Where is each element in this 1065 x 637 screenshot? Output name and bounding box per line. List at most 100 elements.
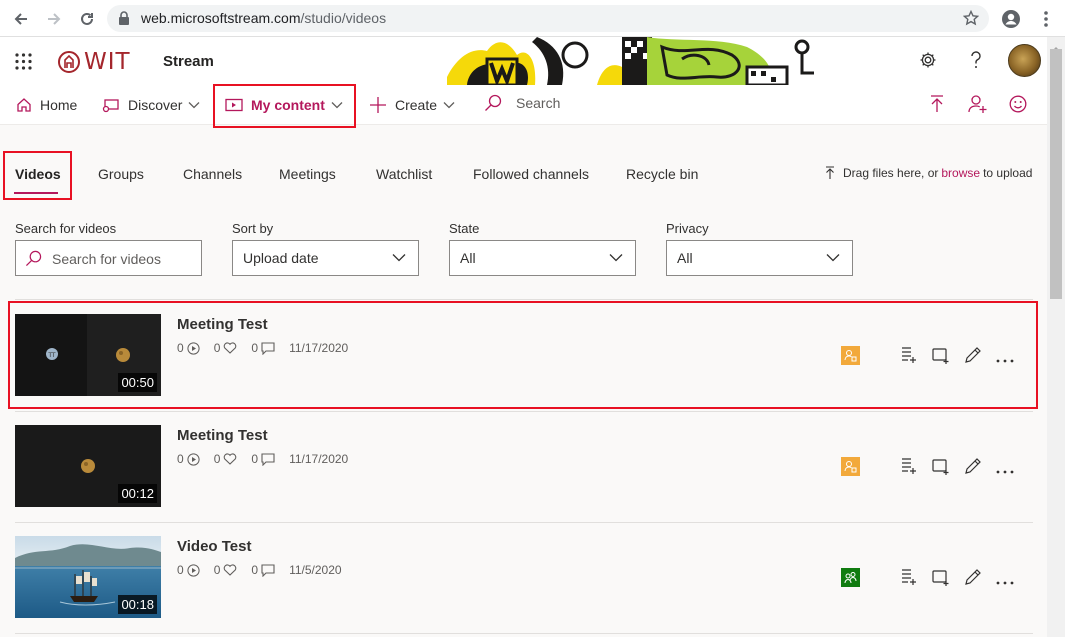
video-title[interactable]: Meeting Test (177, 316, 268, 333)
privacy-label: Privacy (666, 221, 709, 236)
like-count[interactable]: 0 (214, 341, 238, 355)
nav-discover[interactable]: Discover (102, 85, 200, 125)
comment-count: 0 (251, 341, 275, 355)
add-to-playlist-icon[interactable] (900, 346, 918, 364)
tab-recycle-bin[interactable]: Recycle bin (626, 166, 698, 182)
feedback-smiley-icon[interactable] (1009, 95, 1027, 118)
upload-icon[interactable] (929, 95, 945, 118)
tab-watchlist[interactable]: Watchlist (376, 166, 432, 182)
lock-icon (118, 11, 130, 30)
url-path: /studio/videos (300, 10, 387, 26)
video-thumbnail[interactable]: 00:12 (15, 425, 161, 507)
app-name[interactable]: Stream (163, 53, 214, 70)
privacy-dropdown[interactable]: All (666, 240, 853, 276)
plus-icon (370, 97, 386, 113)
heart-icon (224, 564, 237, 576)
search-videos-input[interactable]: Search for videos (15, 240, 202, 276)
add-to-playlist-icon[interactable] (900, 568, 918, 586)
state-dropdown[interactable]: All (449, 240, 636, 276)
chevron-down-icon (826, 254, 840, 262)
sort-by-label: Sort by (232, 221, 274, 236)
tab-followed-channels[interactable]: Followed channels (473, 166, 589, 182)
video-duration: 00:50 (118, 373, 157, 392)
comment-icon (261, 563, 275, 577)
state-value: All (460, 250, 476, 266)
browser-menu-icon[interactable] (1035, 8, 1057, 30)
organization-logo[interactable]: WIT (58, 49, 131, 75)
nav-my-content[interactable]: My content (225, 85, 343, 125)
video-duration: 00:12 (118, 484, 157, 503)
video-thumbnail[interactable]: 00:18 (15, 536, 161, 618)
user-avatar[interactable] (1008, 44, 1041, 77)
chevron-down-icon (443, 102, 455, 109)
chevron-down-icon (189, 102, 200, 109)
view-count-value: 0 (177, 341, 184, 355)
add-to-playlist-icon[interactable] (900, 457, 918, 475)
row-divider (15, 633, 1033, 634)
video-row[interactable]: 00:12 Meeting Test 0 0 0 11/17/2020 (15, 412, 1033, 523)
comment-count-value: 0 (251, 563, 259, 577)
like-count-value: 0 (213, 563, 221, 577)
app-launcher-icon[interactable] (15, 53, 32, 75)
address-bar[interactable]: web.microsoftstream.com/studio/videos (107, 5, 989, 32)
organization-people-icon (844, 572, 857, 584)
scrollbar-thumb[interactable] (1050, 49, 1062, 299)
nav-create-label: Create (395, 97, 438, 113)
video-stats: 0 0 0 11/17/2020 (177, 452, 348, 466)
video-stats: 0 0 0 11/5/2020 (177, 563, 342, 577)
private-person-icon (844, 461, 857, 473)
more-options-icon[interactable] (996, 351, 1014, 369)
private-person-icon (844, 350, 857, 362)
nav-search-placeholder: Search (516, 95, 561, 111)
video-title[interactable]: Meeting Test (177, 427, 268, 444)
comment-count: 0 (251, 563, 275, 577)
tab-videos[interactable]: Videos (15, 166, 61, 182)
reload-icon[interactable] (76, 8, 98, 30)
like-count[interactable]: 0 (214, 563, 238, 577)
sort-by-dropdown[interactable]: Upload date (232, 240, 419, 276)
nav-discover-label: Discover (128, 97, 183, 113)
video-title[interactable]: Video Test (177, 538, 251, 555)
video-row[interactable]: TT 00:50 Meeting Test 0 0 0 11/17/2020 (15, 301, 1033, 412)
search-icon (485, 94, 502, 111)
more-options-icon[interactable] (996, 573, 1014, 591)
tab-active-underline (14, 192, 58, 194)
view-count-value: 0 (177, 563, 184, 577)
sort-by-value: Upload date (243, 250, 319, 266)
back-icon[interactable] (10, 8, 32, 30)
like-count[interactable]: 0 (214, 452, 238, 466)
play-circle-icon (187, 341, 200, 355)
profile-icon[interactable] (1000, 8, 1022, 30)
add-person-icon[interactable] (968, 94, 988, 119)
chevron-down-icon (331, 102, 343, 109)
tab-channels[interactable]: Channels (183, 166, 242, 182)
video-thumbnail[interactable]: TT 00:50 (15, 314, 161, 396)
nav-home[interactable]: Home (16, 85, 77, 125)
add-to-group-icon[interactable] (932, 346, 950, 364)
view-count-value: 0 (177, 452, 184, 466)
browse-link[interactable]: browse (941, 166, 980, 180)
more-options-icon[interactable] (996, 462, 1014, 480)
logo-emblem-icon (58, 51, 80, 73)
url-text: web.microsoftstream.com/studio/videos (141, 10, 386, 26)
comment-count: 0 (251, 452, 275, 466)
edit-pencil-icon[interactable] (964, 457, 982, 475)
row-divider (15, 299, 1033, 300)
add-to-group-icon[interactable] (932, 568, 950, 586)
page-scrollbar[interactable] (1047, 37, 1065, 637)
bookmark-star-icon[interactable] (962, 9, 980, 31)
tab-meetings[interactable]: Meetings (279, 166, 336, 182)
privacy-badge (841, 346, 860, 365)
settings-gear-icon[interactable] (919, 51, 937, 74)
help-icon[interactable] (970, 51, 982, 74)
edit-pencil-icon[interactable] (964, 568, 982, 586)
browser-toolbar: web.microsoftstream.com/studio/videos (0, 0, 1065, 37)
video-row[interactable]: 00:18 Video Test 0 0 0 11/5/2020 (15, 523, 1033, 634)
nav-create[interactable]: Create (369, 85, 455, 125)
add-to-group-icon[interactable] (932, 457, 950, 475)
nav-search[interactable]: Search (484, 94, 560, 112)
tab-groups[interactable]: Groups (98, 166, 144, 182)
forward-icon[interactable] (43, 8, 65, 30)
edit-pencil-icon[interactable] (964, 346, 982, 364)
video-duration: 00:18 (118, 595, 157, 614)
